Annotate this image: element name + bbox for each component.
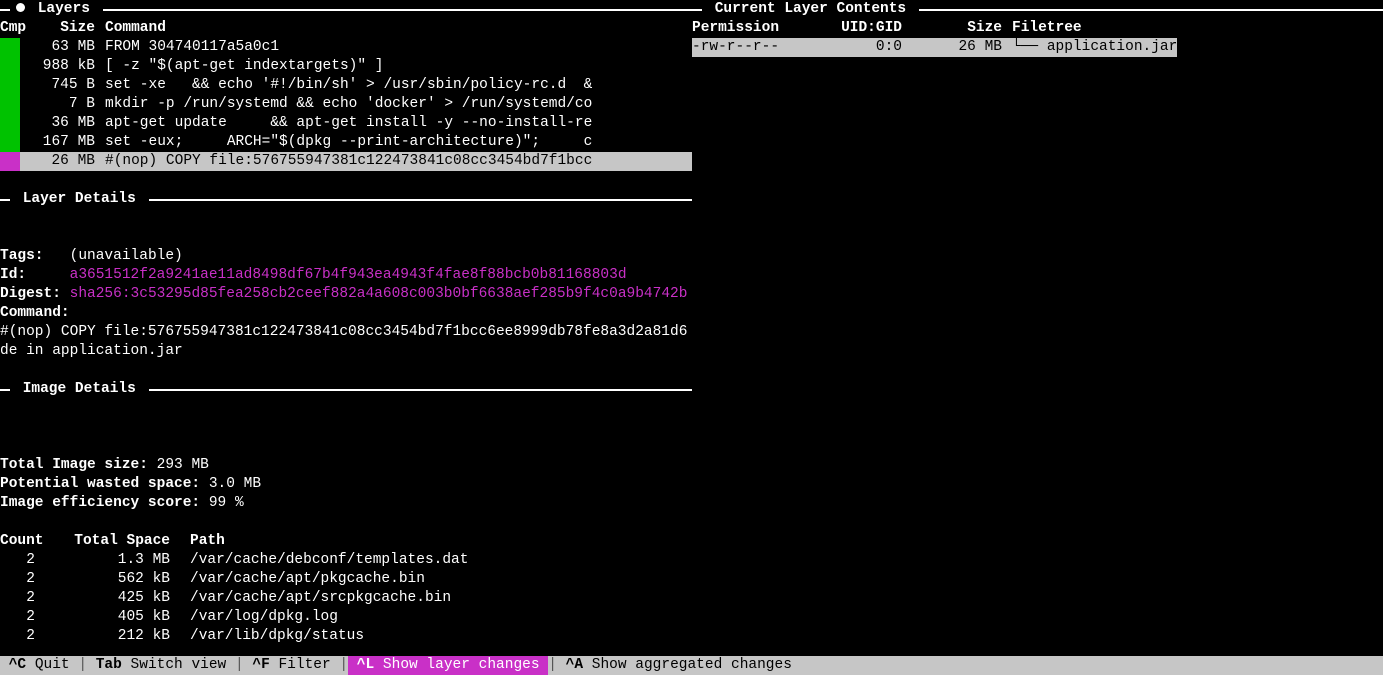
- layer-command: #(nop) COPY file:576755947381c122473841c…: [105, 152, 692, 171]
- statusbar: ^C Quit | Tab Switch view | ^F Filter | …: [0, 656, 1383, 675]
- cmp-indicator: [0, 152, 20, 171]
- cmp-indicator: [0, 133, 20, 152]
- layer-command: set -eux; ARCH="$(dpkg --print-architect…: [105, 133, 692, 152]
- layer-command: mkdir -p /run/systemd && echo 'docker' >…: [105, 95, 692, 114]
- layer-digest: sha256:3c53295d85fea258cb2ceef882a4a608c…: [70, 286, 688, 302]
- layer-size: 167 MB: [20, 133, 105, 152]
- cmp-indicator: [0, 95, 20, 114]
- image-details-body: Total Image size: 293 MB Potential waste…: [0, 437, 692, 513]
- filename: application.jar: [1047, 39, 1178, 55]
- layer-row[interactable]: 36 MBapt-get update && apt-get install -…: [0, 114, 692, 133]
- total-image-size: 293 MB: [157, 457, 209, 473]
- switch-view-action[interactable]: Tab Switch view: [87, 656, 235, 675]
- efficiency-score: 99 %: [209, 495, 244, 511]
- waste-row: 2405 kB/var/log/dpkg.log: [0, 608, 692, 627]
- cmp-indicator: [0, 57, 20, 76]
- waste-header: CountTotal SpacePath: [0, 532, 692, 551]
- waste-row: 2562 kB/var/cache/apt/pkgcache.bin: [0, 570, 692, 589]
- waste-list: 21.3 MB/var/cache/debconf/templates.dat2…: [0, 551, 692, 646]
- layer-size: 988 kB: [20, 57, 105, 76]
- waste-row: 2425 kB/var/cache/apt/srcpkgcache.bin: [0, 589, 692, 608]
- layer-size: 63 MB: [20, 38, 105, 57]
- layer-details-body: Tags: (unavailable) Id: a3651512f2a9241a…: [0, 228, 692, 361]
- right-pane: Current Layer Contents PermissionUID:GID…: [692, 0, 1383, 656]
- layers-title: Layers: [29, 1, 99, 17]
- layer-row[interactable]: 988 kB[ -z "$(apt-get indextargets)" ]: [0, 57, 692, 76]
- layer-command: apt-get update && apt-get install -y --n…: [105, 114, 692, 133]
- layer-row[interactable]: 745 Bset -xe && echo '#!/bin/sh' > /usr/…: [0, 76, 692, 95]
- layer-command: FROM 304740117a5a0c1: [105, 38, 692, 57]
- quit-action[interactable]: ^C Quit: [0, 656, 78, 675]
- layer-size: 745 B: [20, 76, 105, 95]
- cmp-indicator: [0, 114, 20, 133]
- image-details-title: Image Details: [10, 380, 149, 399]
- layer-details-title: Layer Details: [10, 190, 149, 209]
- contents-title: Current Layer Contents: [702, 0, 919, 19]
- filetree-list[interactable]: -rw-r--r--0:026 MB└── application.jar: [692, 38, 1383, 57]
- cmp-indicator: [0, 76, 20, 95]
- cmp-indicator: [0, 38, 20, 57]
- layer-size: 36 MB: [20, 114, 105, 133]
- waste-row: 21.3 MB/var/cache/debconf/templates.dat: [0, 551, 692, 570]
- layer-id: a3651512f2a9241ae11ad8498df67b4f943ea494…: [70, 267, 627, 283]
- layers-list[interactable]: 63 MBFROM 304740117a5a0c1988 kB[ -z "$(a…: [0, 38, 692, 171]
- left-pane: Layers CmpSizeCommand 63 MBFROM 30474011…: [0, 0, 692, 656]
- show-aggregated-changes-action[interactable]: ^A Show aggregated changes: [557, 656, 801, 675]
- layer-size: 26 MB: [20, 152, 105, 171]
- contents-pane-header: Current Layer Contents: [692, 0, 1383, 19]
- layer-command: set -xe && echo '#!/bin/sh' > /usr/sbin/…: [105, 76, 692, 95]
- layer-details-header: Layer Details: [0, 190, 692, 209]
- layers-column-headers: CmpSizeCommand: [0, 19, 692, 38]
- image-details-header: Image Details: [0, 380, 692, 399]
- active-pane-indicator-icon: [16, 3, 25, 12]
- layer-row[interactable]: 167 MBset -eux; ARCH="$(dpkg --print-arc…: [0, 133, 692, 152]
- layer-size: 7 B: [20, 95, 105, 114]
- layer-row[interactable]: 7 Bmkdir -p /run/systemd && echo 'docker…: [0, 95, 692, 114]
- filter-action[interactable]: ^F Filter: [244, 656, 340, 675]
- contents-column-headers: PermissionUID:GIDSizeFiletree: [692, 19, 1383, 38]
- file-row[interactable]: -rw-r--r--0:026 MB└── application.jar: [692, 38, 1177, 57]
- layers-pane-header: Layers: [0, 0, 692, 19]
- layer-row[interactable]: 26 MB#(nop) COPY file:576755947381c12247…: [0, 152, 692, 171]
- waste-row: 2212 kB/var/lib/dpkg/status: [0, 627, 692, 646]
- show-layer-changes-action[interactable]: ^L Show layer changes: [348, 656, 548, 675]
- wasted-space: 3.0 MB: [209, 476, 261, 492]
- layer-command: [ -z "$(apt-get indextargets)" ]: [105, 57, 692, 76]
- layer-command: #(nop) COPY file:576755947381c122473841c…: [0, 324, 687, 359]
- layer-row[interactable]: 63 MBFROM 304740117a5a0c1: [0, 38, 692, 57]
